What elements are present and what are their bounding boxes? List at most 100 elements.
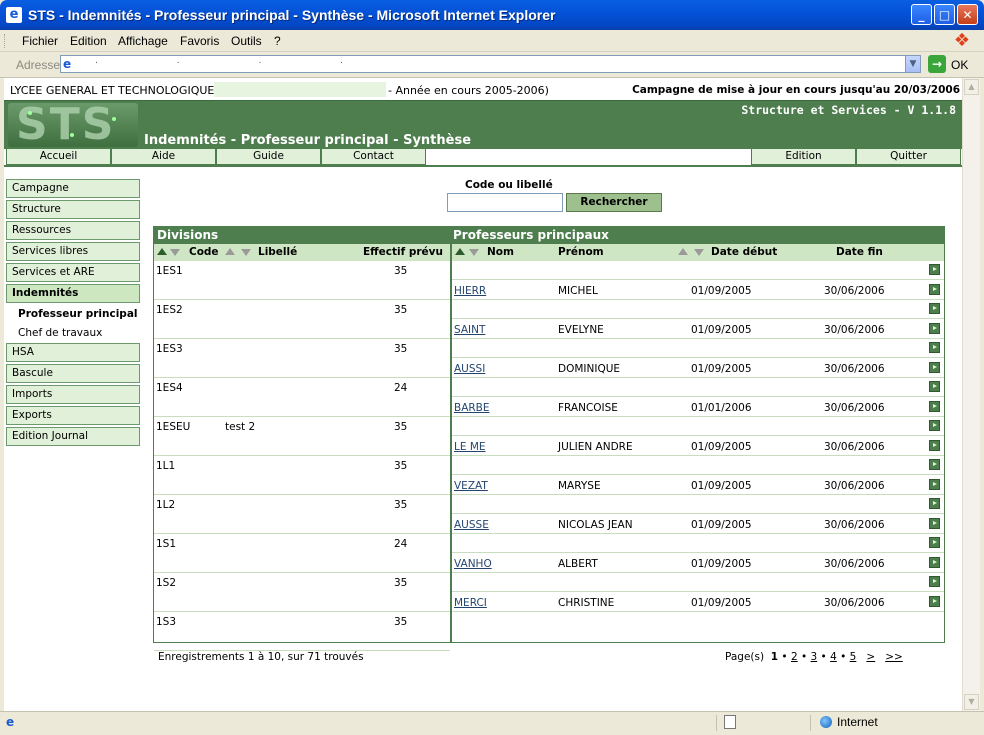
scroll-down-icon[interactable]: ▼ [964,694,979,710]
add-row-icon[interactable] [929,400,940,412]
address-input[interactable]: e . . . . [60,55,920,73]
division-row[interactable]: 1S1 24 [154,534,450,573]
sort-desc-icon[interactable] [694,249,704,256]
go-arrow-icon[interactable]: → [928,55,946,73]
page-link-2[interactable]: 2 [791,651,798,663]
maximize-button[interactable]: □ [934,4,955,25]
sidebar-item-bascule[interactable]: Bascule [6,364,140,383]
professeur-row[interactable]: VANHO ALBERT 01/09/2005 30/06/2006 [452,554,944,573]
professeur-row[interactable]: VEZAT MARYSE 01/09/2005 30/06/2006 [452,476,944,495]
professeur-row[interactable]: SAINT EVELYNE 01/09/2005 30/06/2006 [452,320,944,339]
sidebar-item-structure[interactable]: Structure [6,200,140,219]
sidebar-item-campagne[interactable]: Campagne [6,179,140,198]
minimize-button[interactable]: _ [911,4,932,25]
add-row-icon[interactable] [929,361,940,373]
professeur-row[interactable] [452,261,944,280]
division-row[interactable]: 1ES1 35 [154,261,450,300]
search-button[interactable]: Rechercher [566,193,662,212]
professeur-row[interactable] [452,300,944,319]
professeur-row[interactable] [452,456,944,475]
professeur-nom[interactable]: HIERR [454,285,486,297]
sidebar-item-edition-journal[interactable]: Edition Journal [6,427,140,446]
division-row[interactable]: 1ES4 24 [154,378,450,417]
menu-outils[interactable]: Outils [231,34,262,48]
sort-asc-icon[interactable] [225,248,235,255]
menu-favoris[interactable]: Favoris [180,34,219,48]
sort-desc-icon[interactable] [469,249,479,256]
nav-quitter[interactable]: Quitter [856,149,961,165]
nav-accueil[interactable]: Accueil [6,149,111,165]
professeur-nom[interactable]: SAINT [454,324,485,336]
sidebar-item-indemnites[interactable]: Indemnités [6,284,140,303]
division-row[interactable]: 1S3 35 [154,612,450,651]
add-row-icon[interactable] [929,439,940,451]
sort-desc-icon[interactable] [241,249,251,256]
add-row-icon[interactable] [929,517,940,529]
add-row-icon[interactable] [929,459,940,470]
sort-asc-icon[interactable] [678,248,688,255]
menu-affichage[interactable]: Affichage [118,34,168,48]
professeur-nom[interactable]: BARBE [454,402,490,414]
address-dropdown-icon[interactable]: ▼ [905,55,921,73]
add-row-icon[interactable] [929,342,940,353]
toolbar-grip[interactable] [4,34,8,48]
sidebar-item-hsa[interactable]: HSA [6,343,140,362]
division-row[interactable]: 1S2 35 [154,573,450,612]
division-row[interactable]: 1L1 35 [154,456,450,495]
add-row-icon[interactable] [929,264,940,275]
scroll-up-icon[interactable]: ▲ [964,79,979,95]
go-button[interactable]: OK [951,58,968,72]
professeur-nom[interactable]: AUSSE [454,519,489,531]
professeur-row[interactable]: AUSSI DOMINIQUE 01/09/2005 30/06/2006 [452,359,944,378]
professeur-row[interactable] [452,495,944,514]
professeur-row[interactable]: BARBE FRANCOISE 01/01/2006 30/06/2006 [452,398,944,417]
professeur-row[interactable]: AUSSE NICOLAS JEAN 01/09/2005 30/06/2006 [452,515,944,534]
menu-help[interactable]: ? [274,34,281,48]
sidebar-item-imports[interactable]: Imports [6,385,140,404]
add-row-icon[interactable] [929,537,940,548]
add-row-icon[interactable] [929,556,940,568]
add-row-icon[interactable] [929,576,940,587]
sort-desc-icon[interactable] [170,249,180,256]
professeur-row[interactable]: MERCI CHRISTINE 01/09/2005 30/06/2006 [452,593,944,612]
menu-edition[interactable]: Edition [70,34,107,48]
last-page-link[interactable]: >> [885,651,903,663]
sidebar-item-exports[interactable]: Exports [6,406,140,425]
add-row-icon[interactable] [929,303,940,314]
professeur-row[interactable] [452,339,944,358]
title-bar[interactable]: e STS - Indemnités - Professeur principa… [0,0,984,30]
add-row-icon[interactable] [929,498,940,509]
professeur-nom[interactable]: MERCI [454,597,487,609]
next-page-link[interactable]: > [866,651,875,663]
professeur-row[interactable] [452,573,944,592]
sort-asc-icon[interactable] [455,248,465,255]
professeur-row[interactable] [452,417,944,436]
division-row[interactable]: 1ESEU test 2 35 [154,417,450,456]
division-row[interactable]: 1ES3 35 [154,339,450,378]
vertical-scrollbar[interactable]: ▲ ▼ [962,78,980,711]
professeur-nom[interactable]: LE ME [454,441,486,453]
close-button[interactable]: ✕ [957,4,978,25]
nav-contact[interactable]: Contact [321,149,426,165]
add-row-icon[interactable] [929,283,940,295]
add-row-icon[interactable] [929,595,940,607]
sidebar-sub-chef-de-travaux[interactable]: Chef de travaux [18,327,102,339]
professeur-row[interactable] [452,378,944,397]
page-link-1[interactable]: 1 [771,651,778,663]
sidebar-item-services-are[interactable]: Services et ARE [6,263,140,282]
nav-aide[interactable]: Aide [111,149,216,165]
professeur-nom[interactable]: AUSSI [454,363,485,375]
division-row[interactable]: 1ES2 35 [154,300,450,339]
sidebar-item-services-libres[interactable]: Services libres [6,242,140,261]
sidebar-item-ressources[interactable]: Ressources [6,221,140,240]
page-link-4[interactable]: 4 [830,651,837,663]
division-row[interactable]: 1L2 35 [154,495,450,534]
professeur-row[interactable]: LE ME JULIEN ANDRE 01/09/2005 30/06/2006 [452,437,944,456]
professeur-row[interactable]: HIERR MICHEL 01/09/2005 30/06/2006 [452,281,944,300]
search-input[interactable] [447,193,563,212]
professeur-nom[interactable]: VEZAT [454,480,488,492]
add-row-icon[interactable] [929,420,940,431]
professeur-row[interactable] [452,534,944,553]
page-link-3[interactable]: 3 [811,651,818,663]
nav-edition[interactable]: Edition [751,149,856,165]
